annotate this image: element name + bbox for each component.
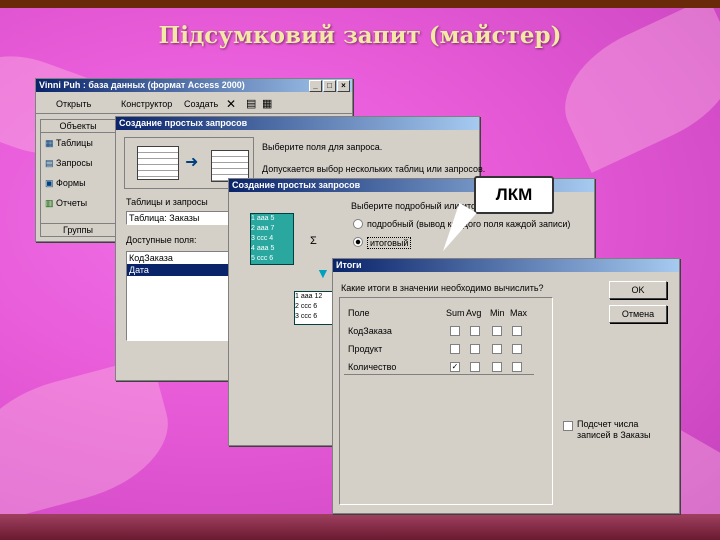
multi-tables-label: Допускается выбор нескольких таблиц или …: [262, 164, 486, 174]
sidebar-item-queries[interactable]: ▤ Запросы: [45, 158, 92, 169]
checkbox-min[interactable]: [492, 362, 502, 372]
close-icon[interactable]: ×: [337, 80, 350, 92]
radio-summary-label[interactable]: итоговый: [367, 237, 412, 249]
available-fields-label: Доступные поля:: [126, 235, 197, 245]
checkbox-min[interactable]: [492, 344, 502, 354]
large-icons-icon[interactable]: ▤: [246, 97, 256, 110]
slide-title: Підсумковий запит (майстер): [158, 22, 562, 49]
top-border: [0, 0, 720, 8]
checkbox-sum[interactable]: ✓: [450, 362, 460, 372]
checkbox-sum[interactable]: [450, 344, 460, 354]
sigma-icon: Σ: [310, 235, 317, 247]
available-fields-list[interactable]: КодЗаказа Дата: [126, 251, 234, 341]
list-item[interactable]: Дата: [127, 264, 233, 276]
minimize-icon[interactable]: _: [309, 80, 322, 92]
radio-summary[interactable]: [353, 237, 363, 247]
list-icon[interactable]: ▦: [262, 97, 272, 110]
count-records-checkbox[interactable]: [563, 421, 573, 431]
create-button[interactable]: Создать: [184, 99, 218, 109]
column-header: Поле: [348, 308, 370, 318]
sidebar-item-tables[interactable]: ▦ Таблицы: [45, 138, 93, 149]
arrow-right-icon: ➜: [185, 154, 199, 171]
totals-grid: Поле Sum Avg Min Max КодЗаказа Продукт К…: [339, 297, 553, 505]
checkbox-avg[interactable]: [470, 344, 480, 354]
checkbox-max[interactable]: [512, 344, 522, 354]
ok-button[interactable]: OK: [609, 281, 667, 299]
checkbox-max[interactable]: [512, 362, 522, 372]
sidebar-item-label: Формы: [56, 178, 86, 188]
totals-row-field: КодЗаказа: [348, 326, 392, 336]
arrow-down-icon: ▼: [316, 265, 330, 281]
maximize-icon[interactable]: □: [323, 80, 336, 92]
tables-label: Таблицы и запросы: [126, 197, 208, 207]
checkbox-avg[interactable]: [470, 362, 480, 372]
count-records-label[interactable]: Подсчет числа записей в Заказы: [577, 419, 667, 441]
database-toolbar: Открыть Конструктор Создать ✕ ▤ ▦: [36, 95, 352, 114]
summary-diagram: 1 ааа 5 2 ааа 7 3 ссс 4 4 ааа 5 5 ссс 6 …: [236, 199, 340, 399]
choose-fields-label: Выберите поля для запроса.: [262, 142, 383, 152]
totals-dialog[interactable]: Итоги Какие итоги в значении необходимо …: [332, 258, 680, 514]
design-button[interactable]: Конструктор: [121, 99, 172, 109]
column-header: Avg: [466, 308, 482, 318]
bottom-border: [0, 514, 720, 540]
database-window-titlebar[interactable]: Vinni Puh : база данных (формат Access 2…: [36, 79, 352, 92]
totals-row-field: Количество: [348, 362, 397, 372]
totals-question: Какие итоги в значении необходимо вычисл…: [341, 283, 544, 293]
delete-icon[interactable]: ✕: [226, 97, 236, 111]
column-header: Sum: [446, 308, 465, 318]
checkbox-max[interactable]: [512, 326, 522, 336]
report-icon: ▥: [45, 198, 54, 208]
column-header: Min: [490, 308, 505, 318]
sidebar-item-label: Таблицы: [56, 138, 93, 148]
detail-table-graphic: 1 ааа 5 2 ааа 7 3 ссс 4 4 ааа 5 5 ссс 6: [250, 213, 294, 265]
window-title: Vinni Puh : база данных (формат Access 2…: [39, 80, 245, 90]
checkbox-sum[interactable]: [450, 326, 460, 336]
decor-petal: [0, 356, 183, 524]
list-item[interactable]: КодЗаказа: [127, 252, 233, 264]
sidebar-header[interactable]: Объекты: [41, 120, 115, 133]
form-icon: ▣: [45, 178, 54, 188]
table-icon: ▦: [45, 138, 54, 148]
checkbox-avg[interactable]: [470, 326, 480, 336]
radio-detail[interactable]: [353, 219, 363, 229]
sidebar-item-reports[interactable]: ▥ Отчеты: [45, 198, 87, 209]
sidebar-item-forms[interactable]: ▣ Формы: [45, 178, 86, 189]
column-header: Max: [510, 308, 528, 318]
lkm-callout: ЛКМ: [474, 176, 554, 214]
cancel-button[interactable]: Отмена: [609, 305, 667, 323]
totals-titlebar[interactable]: Итоги: [333, 259, 679, 272]
row-divider: [344, 374, 534, 375]
sidebar-item-label: Запросы: [56, 158, 93, 168]
query-icon: ▤: [45, 158, 54, 168]
totals-row-field: Продукт: [348, 344, 383, 354]
wizard-titlebar[interactable]: Создание простых запросов: [116, 117, 479, 130]
open-button[interactable]: Открыть: [56, 99, 91, 109]
objects-sidebar: Объекты ▦ Таблицы ▤ Запросы ▣ Формы ▥ От…: [40, 119, 116, 237]
checkbox-min[interactable]: [492, 326, 502, 336]
sidebar-item-label: Отчеты: [56, 198, 88, 208]
sidebar-footer[interactable]: Группы: [41, 223, 115, 236]
tables-select[interactable]: Таблица: Заказы: [126, 211, 230, 225]
table-graphic-icon: [137, 146, 179, 180]
